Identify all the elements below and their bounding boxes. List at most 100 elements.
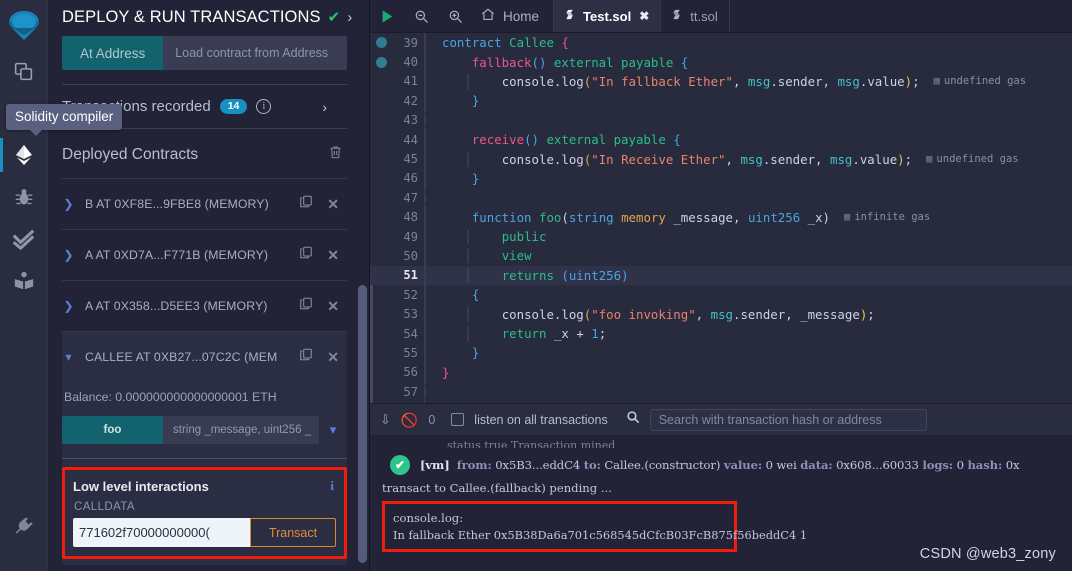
gas-icon: ▦ [926, 153, 933, 166]
divider-low-level [62, 458, 347, 459]
sidebar-item-deploy-run[interactable] [0, 134, 48, 176]
listen-all-transactions-label: listen on all transactions [474, 412, 608, 427]
terminal-clipped-line: status true Transaction mined [412, 439, 616, 448]
chevron-right-icon[interactable]: ❯ [62, 248, 75, 262]
code-text: │ console.log("In fallback Ether", msg.s… [424, 69, 920, 93]
solidity-file-icon [672, 8, 683, 24]
copy-icon[interactable] [299, 296, 313, 316]
console-log-colon: : [459, 511, 464, 525]
tab-tt-sol[interactable]: tt.sol [661, 0, 730, 32]
contract-detail-panel: Balance: 0.000000000000000001 ETH foo st… [62, 382, 347, 565]
chevron-right-icon[interactable]: ❯ [62, 299, 75, 313]
chevron-down-icon[interactable]: ▾ [319, 416, 347, 444]
terminal-log[interactable]: status true Transaction mined ✔ [vm] fro… [370, 435, 1072, 571]
tooltip-text: Solidity compiler [15, 109, 114, 124]
line-number: 50 [403, 248, 418, 263]
close-icon[interactable]: ✕ [327, 298, 339, 315]
close-icon[interactable]: ✕ [327, 196, 339, 213]
editor-scrollbar[interactable] [370, 285, 373, 403]
code-line: 45 │ console.log("In Receive Ether", msg… [370, 147, 1072, 171]
code-line: 42 } [370, 89, 1072, 113]
code-text: │ returns (uint256) [424, 263, 629, 287]
info-icon[interactable]: i [330, 478, 334, 494]
zoom-in-icon[interactable] [438, 0, 472, 32]
function-args-input[interactable]: string _message, uint256 _ [163, 416, 319, 444]
chevrons-down-icon[interactable]: ⇩ [380, 412, 391, 428]
console-log-output: console.log: In fallback Ether 0x5B38Da6… [382, 501, 807, 552]
line-number: 55 [403, 345, 418, 360]
sidebar-scrollbar[interactable] [358, 285, 367, 563]
contract-label: A AT 0XD7A...F771B (MEMORY) [85, 248, 269, 262]
copy-icon[interactable] [299, 245, 313, 265]
line-number: 45 [403, 152, 418, 167]
list-item[interactable]: ❯ B AT 0XF8E...9FBE8 (MEMORY) ✕ [62, 178, 347, 229]
close-icon[interactable]: ✕ [327, 349, 339, 366]
function-foo-button[interactable]: foo [62, 416, 163, 444]
load-contract-address-input[interactable]: Load contract from Address [163, 36, 347, 70]
line-number: 47 [403, 190, 418, 205]
terminal-toolbar: ⇩ 🚫 0 listen on all transactions [370, 404, 1072, 435]
list-item[interactable]: ▾ CALLEE AT 0XB27...07C2C (MEM ✕ [62, 331, 347, 382]
deploy-run-panel: DEPLOY & RUN TRANSACTIONS ✔ › At Address… [48, 0, 370, 571]
list-item[interactable]: ❯ A AT 0X358...D5EE3 (MEMORY) ✕ [62, 280, 347, 331]
code-line-current: 51 │ returns (uint256) [370, 263, 1072, 287]
code-line: 49 │ public [370, 225, 1072, 249]
sidebar-item-debugger[interactable] [0, 176, 48, 218]
no-entry-icon[interactable]: 🚫 [401, 413, 418, 427]
home-label: Home [503, 8, 540, 24]
copy-icon[interactable] [299, 347, 313, 367]
console-log-title: console.log: [393, 511, 726, 525]
code-text: │ public [424, 225, 546, 249]
code-line: 57 [370, 382, 1072, 401]
code-editor[interactable]: 39 contract Callee { 40 fallback() exter… [370, 33, 1072, 403]
breakpoint-icon[interactable] [370, 56, 392, 68]
at-address-button[interactable]: At Address [62, 36, 164, 70]
line-number: 48 [403, 210, 418, 225]
tab-home[interactable]: Home [472, 0, 555, 32]
terminal-transaction-row[interactable]: ✔ [vm] from: 0x5B3...eddC4 to: Callee.(c… [370, 448, 1072, 481]
terminal-panel: ⇩ 🚫 0 listen on all transactions status … [370, 403, 1072, 571]
list-item[interactable]: ❯ A AT 0XD7A...F771B (MEMORY) ✕ [62, 229, 347, 280]
activity-bar: ✓ [0, 0, 123, 571]
line-number: 42 [403, 93, 418, 108]
listen-all-transactions-checkbox[interactable] [451, 413, 465, 426]
gas-estimate-line48: ▦ infinite gas [844, 211, 931, 224]
function-call-row: foo string _message, uint256 _ ▾ [62, 416, 347, 444]
chevron-right-icon[interactable]: › [322, 99, 327, 115]
breakpoint-icon[interactable] [370, 37, 392, 49]
home-icon [480, 7, 496, 25]
line-number: 57 [403, 384, 418, 399]
trash-icon[interactable] [328, 144, 343, 165]
sidebar-item-plugin-manager[interactable] [0, 505, 48, 547]
sidebar-item-file-explorer[interactable] [0, 50, 48, 92]
chevron-down-icon[interactable]: ▾ [62, 350, 75, 364]
pending-log-line: transact to Callee.(fallback) pending ..… [382, 481, 612, 495]
sidebar-item-unit-testing[interactable] [0, 218, 48, 260]
code-line: 54 │ return _x + 1; [370, 322, 1072, 346]
close-icon[interactable]: ✖ [639, 9, 649, 23]
copy-icon[interactable] [299, 194, 313, 214]
gas-icon: ▦ [844, 211, 851, 224]
search-input[interactable] [649, 408, 927, 431]
tab-test-sol[interactable]: Test.sol ✖ [554, 0, 662, 32]
sidebar-item-documentation[interactable] [0, 260, 48, 302]
play-icon[interactable] [370, 0, 404, 32]
zoom-out-icon[interactable] [404, 0, 438, 32]
code-line: 44 receive() external payable { [370, 128, 1072, 152]
code-line: 41 │ console.log("In fallback Ether", ms… [370, 69, 1072, 93]
code-text: } [424, 89, 479, 113]
solidity-file-icon [565, 8, 576, 24]
close-icon[interactable]: ✕ [327, 247, 339, 264]
code-text: contract Callee { [424, 33, 569, 55]
transact-button[interactable]: Transact [250, 518, 336, 547]
low-level-title: Low level interactions [73, 478, 209, 494]
code-line: 50 │ view [370, 244, 1072, 268]
panel-chevron-right-icon[interactable]: › [347, 10, 352, 25]
calldata-input[interactable] [73, 518, 250, 547]
gas-estimate-line41: ▦ undefined gas [933, 75, 1027, 88]
chevron-right-icon[interactable]: ❯ [62, 197, 75, 211]
info-icon[interactable]: i [256, 99, 272, 114]
tab-label: Test.sol [583, 8, 632, 24]
line-number: 51 [403, 268, 418, 283]
code-line: 56 } [370, 360, 1072, 384]
